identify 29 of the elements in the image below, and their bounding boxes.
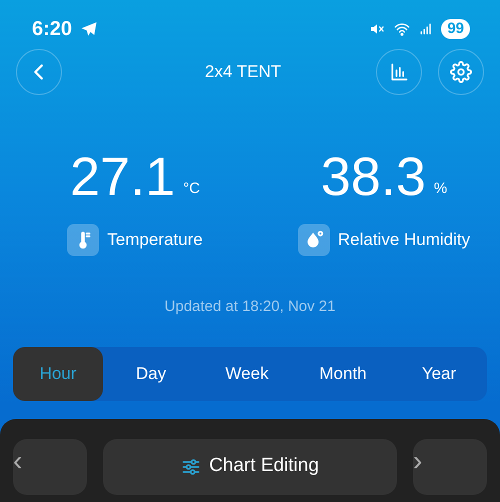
reading-unit: % [434, 178, 448, 198]
water-drop-badge-icon [298, 224, 330, 256]
page-title: 2x4 TENT [204, 61, 282, 84]
reading-label: Temperature [107, 229, 203, 252]
signal-icon [419, 21, 434, 37]
reading-unit: °C [183, 178, 200, 198]
period-tab[interactable]: Day [103, 346, 199, 400]
period-tab[interactable]: Hour [13, 346, 103, 400]
period-tab[interactable]: Week [199, 346, 295, 400]
reading-value: 27.1 [70, 150, 176, 204]
reading-label: Relative Humidity [338, 229, 470, 252]
back-button[interactable] [16, 49, 62, 95]
sliders-icon [181, 456, 202, 476]
settings-icon [450, 61, 472, 83]
previous-button[interactable]: ‹ [13, 438, 87, 494]
next-button[interactable]: › [413, 438, 487, 494]
battery-level: 99 [441, 19, 470, 39]
period-tab[interactable]: Month [295, 346, 391, 400]
status-time: 6:20 [32, 17, 72, 42]
updated-time: Updated at 18:20, Nov 21 [164, 297, 336, 317]
send-icon [80, 20, 98, 38]
bar-chart-icon [389, 62, 409, 82]
period-tab[interactable]: Year [391, 346, 487, 400]
reading-value: 38.3 [320, 150, 426, 204]
thermometer-badge-icon [67, 224, 100, 256]
wifi-icon [393, 21, 412, 37]
chart-editing-button[interactable]: Chart Editing [103, 438, 397, 494]
settings-button[interactable] [438, 49, 484, 95]
chart-button[interactable] [376, 49, 422, 95]
